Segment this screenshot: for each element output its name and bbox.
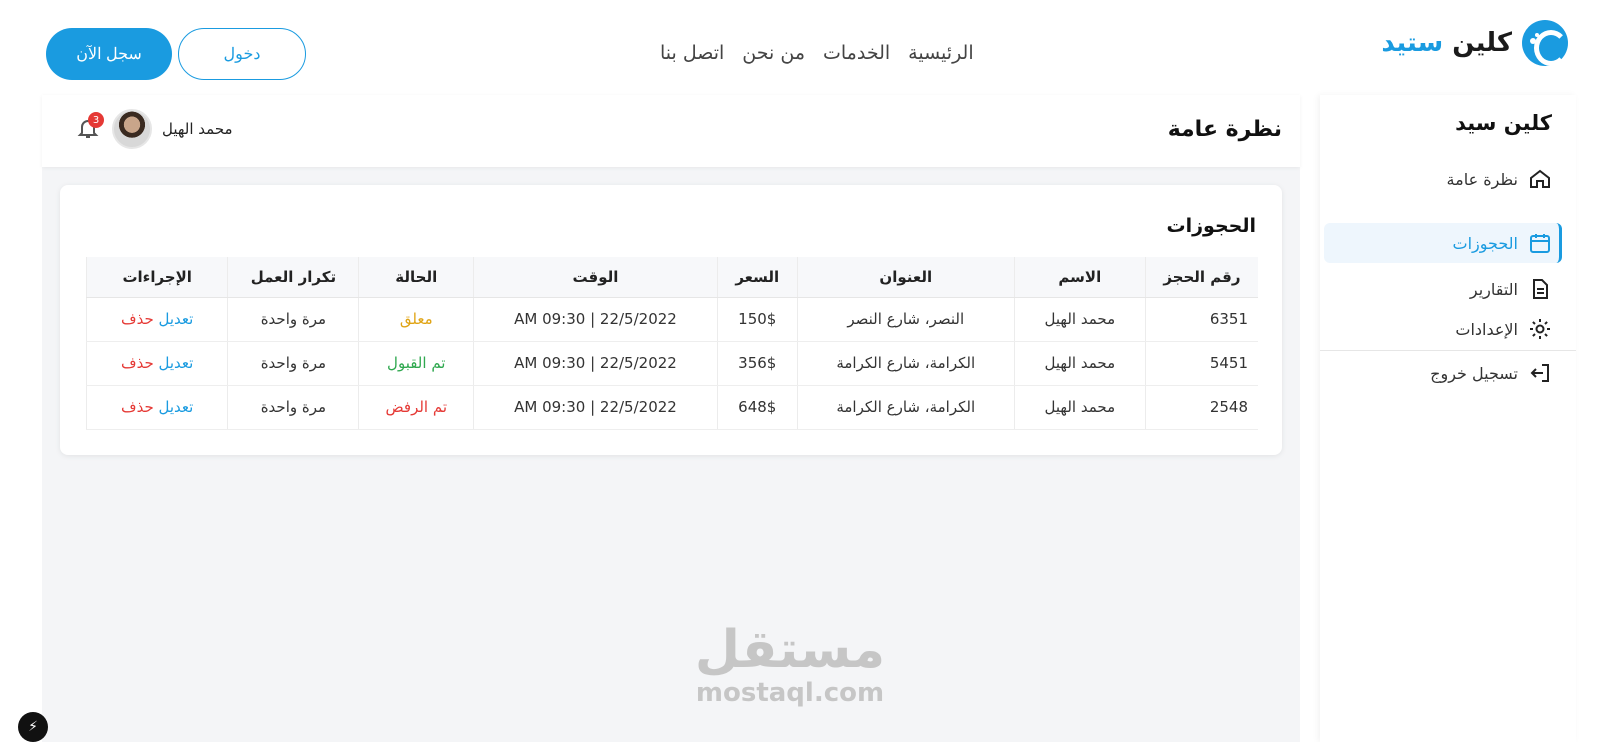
col-address: العنوان (796, 257, 1015, 298)
booking-address: الكرامة، شارع الكرامة (796, 341, 1015, 386)
sidebar-item-reports[interactable]: التقارير (1470, 277, 1552, 301)
login-button[interactable]: دخول (178, 28, 306, 80)
edit-button[interactable]: تعديل (159, 354, 194, 372)
col-frequency: تكرار العمل (227, 257, 359, 298)
booking-status: معلق (358, 297, 474, 342)
notification-badge: 3 (88, 112, 104, 128)
sidebar-item-label: تسجيل خروج (1430, 363, 1518, 383)
booking-id: 5451 (1144, 341, 1258, 386)
table-row: 5451 محمد الهيل الكرامة، شارع الكرامة 35… (85, 341, 1258, 386)
top-navbar: كلين ستيد الرئيسية الخدمات من نحن اتصل ب… (0, 0, 1600, 95)
delete-button[interactable]: حذف (121, 398, 154, 416)
col-price: السعر (716, 257, 798, 298)
calendar-icon (1530, 234, 1550, 253)
booking-status: تم الرفض (358, 385, 474, 430)
page-title: نظرة عامة (1167, 117, 1282, 142)
sidebar-item-logout[interactable]: تسجيل خروج (1430, 361, 1552, 385)
booking-actions: تعديل حذف (85, 341, 228, 386)
booking-id: 2548 (1144, 385, 1258, 430)
booking-frequency: مرة واحدة (227, 297, 359, 342)
booking-time: 22/5/2022 | 09:30 AM (473, 297, 718, 342)
gear-icon (1530, 319, 1550, 339)
booking-price: 150$ (716, 297, 798, 342)
sidebar-item-settings[interactable]: الإعدادات (1455, 317, 1552, 341)
bookings-card: الحجوزات رقم الحجز الاسم العنوان السعر ا… (60, 185, 1282, 455)
register-button[interactable]: سجل الآن (46, 28, 172, 80)
edit-button[interactable]: تعديل (159, 310, 194, 328)
sidebar-item-label: الإعدادات (1455, 319, 1518, 339)
nav-services[interactable]: الخدمات (823, 42, 890, 64)
table-row: 2548 محمد الهيل الكرامة، شارع الكرامة 64… (85, 385, 1258, 430)
booking-status: تم القبول (358, 341, 474, 386)
main-nav: الرئيسية الخدمات من نحن اتصل بنا (660, 42, 974, 64)
watermark: مستقل mostaql.com (690, 620, 890, 706)
brand[interactable]: كلين ستيد (1381, 20, 1568, 66)
booking-name: محمد الهيل (1013, 341, 1146, 386)
user-name: محمد الهيل (162, 120, 233, 138)
table-row: 6351 محمد الهيل النصر، شارع النصر 150$ 2… (85, 297, 1258, 342)
sidebar-item-overview[interactable]: نظرة عامة (1447, 167, 1552, 191)
bookings-title: الحجوزات (1166, 215, 1257, 237)
col-actions: الإجراءات (85, 257, 228, 298)
document-icon (1533, 279, 1548, 299)
brand-name-part1: كلين (1452, 28, 1512, 58)
col-time: الوقت (473, 257, 718, 298)
watermark-latin: mostaql.com (695, 678, 885, 708)
delete-button[interactable]: حذف (121, 310, 154, 328)
notification-bell[interactable]: 3 (76, 112, 104, 142)
booking-address: الكرامة، شارع الكرامة (796, 385, 1015, 430)
sidebar-item-label: الحجوزات (1452, 233, 1518, 253)
nav-contact[interactable]: اتصل بنا (660, 42, 724, 64)
booking-price: 648$ (716, 385, 798, 430)
col-booking-id: رقم الحجز (1144, 257, 1258, 298)
nav-about[interactable]: من نحن (742, 42, 805, 64)
watermark-arabic: مستقل (694, 620, 886, 680)
brand-name-part2: ستيد (1381, 28, 1444, 58)
sidebar: كلين سيد نظرة عامة الحجوزات التقارير الإ… (1320, 95, 1576, 742)
edit-button[interactable]: تعديل (159, 398, 194, 416)
booking-frequency: مرة واحدة (227, 341, 359, 386)
booking-time: 22/5/2022 | 09:30 AM (473, 385, 718, 430)
sidebar-divider (1320, 350, 1576, 351)
lightning-icon[interactable]: ⚡ (18, 712, 48, 742)
booking-time: 22/5/2022 | 09:30 AM (473, 341, 718, 386)
sidebar-item-label: التقارير (1469, 279, 1518, 299)
booking-actions: تعديل حذف (85, 385, 228, 430)
booking-price: 356$ (716, 341, 798, 386)
col-name: الاسم (1013, 257, 1146, 298)
sidebar-item-bookings[interactable]: الحجوزات (1453, 231, 1552, 255)
content-header: نظرة عامة 3 محمد الهيل (42, 95, 1300, 167)
brand-name: كلين ستيد (1381, 28, 1512, 58)
avatar[interactable] (112, 109, 152, 149)
sidebar-title: كلين سيد (1455, 111, 1552, 135)
booking-id: 6351 (1144, 297, 1258, 342)
col-status: الحالة (358, 257, 474, 298)
sidebar-item-label: نظرة عامة (1446, 169, 1518, 189)
logout-icon (1530, 364, 1549, 382)
main-content: نظرة عامة 3 محمد الهيل الحجوزات رقم الحج… (42, 95, 1300, 742)
cleanstead-logo-icon (1522, 20, 1568, 66)
delete-button[interactable]: حذف (121, 354, 154, 372)
user-area: 3 محمد الهيل (76, 109, 233, 149)
table-header-row: رقم الحجز الاسم العنوان السعر الوقت الحا… (85, 257, 1258, 298)
bookings-table: رقم الحجز الاسم العنوان السعر الوقت الحا… (85, 257, 1258, 430)
booking-name: محمد الهيل (1013, 297, 1146, 342)
nav-home[interactable]: الرئيسية (908, 42, 973, 64)
booking-name: محمد الهيل (1013, 385, 1146, 430)
booking-actions: تعديل حذف (85, 297, 228, 342)
home-icon (1530, 169, 1550, 188)
booking-address: النصر، شارع النصر (796, 297, 1015, 342)
booking-frequency: مرة واحدة (227, 385, 359, 430)
